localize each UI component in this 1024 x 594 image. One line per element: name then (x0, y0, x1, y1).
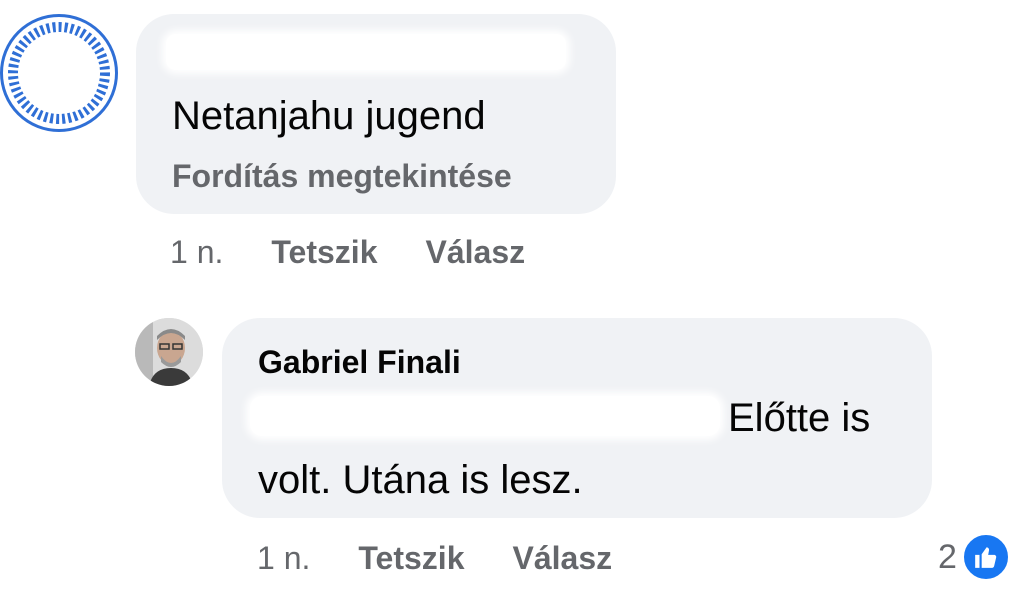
author-name-redacted (166, 34, 566, 70)
comment-text-line: volt. Utána is lesz. (258, 458, 583, 502)
comment-actions: 1 n. Tetszik Válasz (257, 536, 660, 580)
profile-photo-icon (135, 318, 203, 386)
like-button[interactable]: Tetszik (358, 540, 464, 577)
comment-author[interactable]: Gabriel Finali (258, 342, 461, 382)
reaction-count: 2 (938, 537, 957, 576)
like-button[interactable]: Tetszik (271, 234, 377, 271)
comment-actions: 1 n. Tetszik Válasz (170, 230, 573, 274)
avatar-redaction (25, 35, 99, 113)
comment-bubble: Gabriel Finali Előtte is volt. Utána is … (222, 318, 932, 518)
mention-redacted (250, 396, 720, 436)
avatar[interactable] (135, 318, 203, 386)
comment-text-line: Előtte is (728, 396, 871, 440)
comment-bubble: Netanjahu jugend Fordítás megtekintése (136, 14, 616, 214)
avatar[interactable] (0, 14, 118, 132)
reply-button[interactable]: Válasz (512, 540, 612, 577)
reaction-summary[interactable]: 2 (938, 532, 1011, 582)
comment-text: Netanjahu jugend (172, 94, 486, 138)
comment-thread: Netanjahu jugend Fordítás megtekintése 1… (0, 0, 1024, 594)
reply-button[interactable]: Válasz (425, 234, 525, 271)
see-translation-link[interactable]: Fordítás megtekintése (172, 156, 512, 196)
thumbs-up-icon (960, 532, 1011, 582)
comment-timestamp[interactable]: 1 n. (170, 234, 223, 271)
comment-timestamp[interactable]: 1 n. (257, 540, 310, 577)
